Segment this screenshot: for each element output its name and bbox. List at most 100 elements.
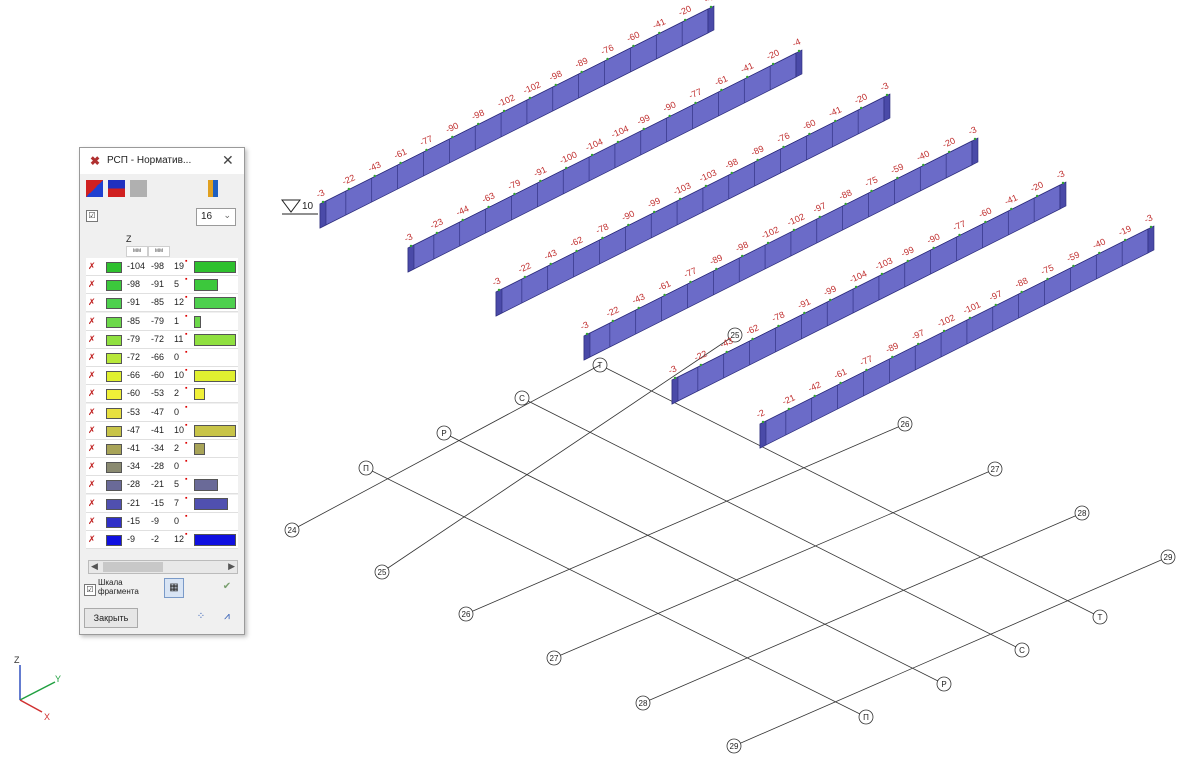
scale-row[interactable]: ✗ -15 -9 0 ▪ <box>86 512 238 531</box>
scale-row[interactable]: ✗ -53 -47 0 ▪ <box>86 403 238 422</box>
beam-node <box>451 135 454 139</box>
histogram-bar <box>194 443 205 455</box>
color-swatch[interactable] <box>106 353 122 364</box>
element-count: 0 <box>174 406 180 417</box>
row-checkbox-icon[interactable]: ✗ <box>88 516 98 526</box>
deflection-label: -3 <box>967 124 978 136</box>
color-swatch[interactable] <box>106 535 122 546</box>
close-icon[interactable]: ✕ <box>222 152 234 169</box>
color-swatch[interactable] <box>106 334 122 346</box>
element-count: 10 <box>174 370 185 381</box>
row-checkbox-icon[interactable]: ✗ <box>88 297 98 307</box>
axis-num-1-end-label: 25 <box>731 331 740 340</box>
range-from: -72 <box>127 352 141 362</box>
deflection-label: -42 <box>806 379 822 393</box>
scale-row[interactable]: ✗ -34 -28 0 ▪ <box>86 458 238 477</box>
deflection-label: -77 <box>687 86 703 100</box>
row-checkbox-icon[interactable]: ✗ <box>88 407 98 417</box>
color-scale-blue-red-icon[interactable] <box>108 180 125 197</box>
scale-row[interactable]: ✗ -72 -66 0 ▪ <box>86 349 238 367</box>
axis-num-1-start-label: 25 <box>378 568 387 577</box>
row-checkbox-icon[interactable]: ✗ <box>88 425 98 435</box>
element-count: 5 <box>174 279 180 290</box>
color-scale-gray-icon[interactable] <box>130 180 147 197</box>
deflection-label: -98 <box>734 239 750 253</box>
color-swatch[interactable] <box>106 444 122 455</box>
scale-row[interactable]: ✗ -21 -15 7 ▪ <box>86 494 238 513</box>
deflection-label: -60 <box>625 29 641 43</box>
beam-node <box>880 272 884 276</box>
scale-row[interactable]: ✗ -60 -53 2 ▪ <box>86 385 238 404</box>
row-checkbox-icon[interactable]: ✗ <box>88 261 98 271</box>
scale-row[interactable]: ✗ -98 -91 5 ▪ <box>86 276 238 295</box>
row-checkbox-icon[interactable]: ✗ <box>88 352 98 362</box>
close-button[interactable]: Закрыть <box>84 608 138 628</box>
chart-settings-icon[interactable] <box>208 180 225 197</box>
zoom-points-icon[interactable]: ⁘ <box>192 608 210 626</box>
scale-row[interactable]: ✗ -9 -2 12 ▪ <box>86 531 238 549</box>
row-checkbox-icon[interactable]: ✗ <box>88 461 98 471</box>
grid-axis-line <box>291 364 601 531</box>
scale-fragment-label: Шкала фрагмента <box>98 578 139 596</box>
marker-icon: ▪ <box>185 349 188 356</box>
row-checkbox-icon[interactable]: ✗ <box>88 279 98 289</box>
row-checkbox-icon[interactable]: ✗ <box>88 443 98 453</box>
color-swatch[interactable] <box>106 407 122 419</box>
deflection-label: -62 <box>744 322 760 336</box>
deflection-label: -102 <box>760 224 781 240</box>
row-checkbox-icon[interactable]: ✗ <box>88 534 98 544</box>
beam-node <box>818 215 821 219</box>
isolines-icon[interactable]: ⩘ <box>218 608 236 626</box>
color-swatch[interactable] <box>106 316 122 328</box>
beam-node <box>487 205 490 209</box>
scale-row[interactable]: ✗ -41 -34 2 ▪ <box>86 440 238 458</box>
range-from: -60 <box>127 388 141 399</box>
color-swatch[interactable] <box>106 480 122 492</box>
row-checkbox-icon[interactable]: ✗ <box>88 316 98 326</box>
scale-row[interactable]: ✗ -47 -41 10 ▪ <box>86 421 238 440</box>
row-checkbox-icon[interactable]: ✗ <box>88 479 98 489</box>
scrollbar-thumb[interactable] <box>103 562 163 572</box>
deflection-label: -98 <box>548 68 564 82</box>
color-swatch[interactable] <box>106 462 122 474</box>
beam-end <box>671 376 679 405</box>
beam-node <box>741 254 744 258</box>
color-swatch[interactable] <box>106 516 122 528</box>
beam-node <box>756 158 759 162</box>
horizontal-scrollbar[interactable]: ◀ ▶ <box>88 560 238 574</box>
beam-node <box>663 293 666 297</box>
color-swatch[interactable] <box>106 389 122 401</box>
fragment-scale-icon[interactable]: ▦ <box>164 578 184 598</box>
scale-row[interactable]: ✗ -91 -85 12 ▪ <box>86 294 238 313</box>
color-swatch[interactable] <box>106 280 122 292</box>
scale-row[interactable]: ✗ -79 -72 11 ▪ <box>86 330 238 349</box>
color-swatch[interactable] <box>106 262 122 273</box>
scroll-right-icon[interactable]: ▶ <box>228 561 235 572</box>
check-icon[interactable]: ✔ <box>218 578 236 596</box>
scale-row[interactable]: ✗ -104 -98 19 ▪ <box>86 258 238 276</box>
show-all-checkbox[interactable]: ☑ <box>86 210 98 222</box>
color-swatch[interactable] <box>106 498 122 510</box>
row-checkbox-icon[interactable]: ✗ <box>88 370 98 380</box>
scale-fragment-checkbox[interactable]: ☑ <box>84 584 96 596</box>
scroll-left-icon[interactable]: ◀ <box>91 561 98 572</box>
row-checkbox-icon[interactable]: ✗ <box>88 334 98 344</box>
color-swatch[interactable] <box>106 298 122 310</box>
color-swatch[interactable] <box>106 371 122 383</box>
color-swatch[interactable] <box>106 425 122 437</box>
deflection-label: -20 <box>765 47 781 61</box>
row-checkbox-icon[interactable]: ✗ <box>88 498 98 508</box>
beam-node <box>720 88 723 92</box>
scale-row[interactable]: ✗ -66 -60 10 ▪ <box>86 367 238 386</box>
interval-count-select[interactable]: 16 ⌄ <box>196 208 236 226</box>
beam-node <box>523 275 527 279</box>
deflection-label: -62 <box>568 234 584 248</box>
element-count: 12 <box>174 534 185 544</box>
scale-row[interactable]: ✗ -28 -21 5 ▪ <box>86 476 238 495</box>
row-checkbox-icon[interactable]: ✗ <box>88 388 98 398</box>
deflection-label: -61 <box>832 366 848 380</box>
panel-titlebar[interactable]: ✖ РСП - Норматив... ✕ <box>80 148 244 174</box>
color-scale-red-blue-icon[interactable] <box>86 180 103 197</box>
scale-row[interactable]: ✗ -85 -79 1 ▪ <box>86 312 238 331</box>
beam-node <box>1072 264 1075 268</box>
